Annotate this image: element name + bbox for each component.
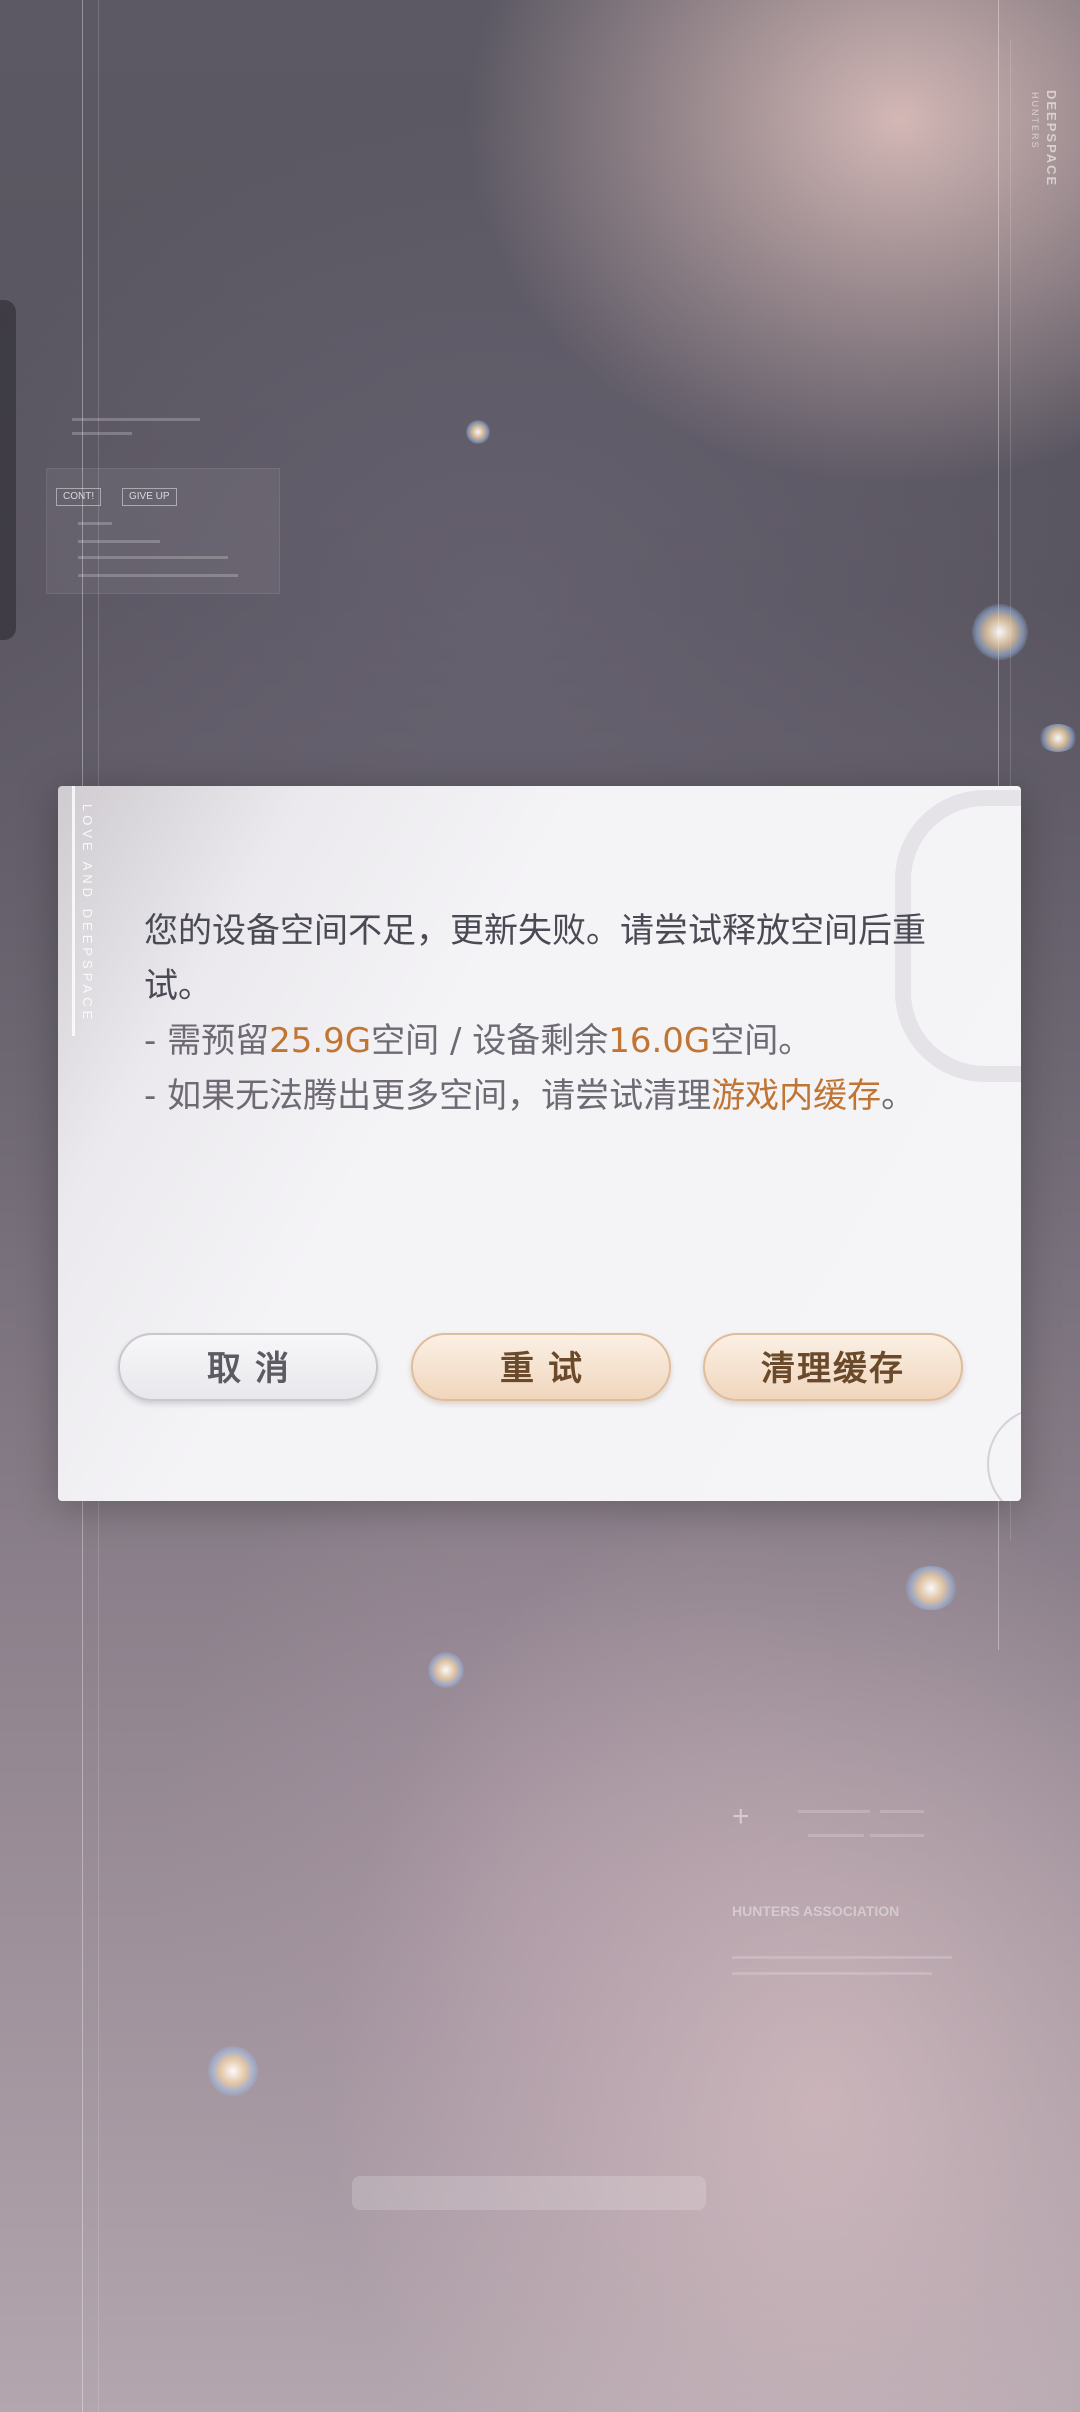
dialog-side-label: LOVE AND DEEPSPACE [80,804,95,1024]
dialog-decor-arc-small [987,1407,1021,1501]
decor-text-line [78,556,228,559]
decor-text-line [78,522,112,525]
remaining-space-value: 16.0G [608,1021,711,1061]
dialog-message: 您的设备空间不足，更新失败。请尝试释放空间后重试。 - 需预留25.9G空间 /… [144,904,944,1124]
dialog-accent-line [72,786,75,1036]
decor-text-line [732,1972,932,1975]
decor-text-line [880,1810,924,1813]
message-space-info: - 需预留25.9G空间 / 设备剩余16.0G空间。 [144,1021,813,1061]
association-label: HUNTERS ASSOCIATION [732,1903,900,1919]
decor-text-line [798,1810,870,1813]
game-cache-link[interactable]: 游戏内缓存 [711,1076,881,1116]
brand-vertical-sublabel: HUNTERS [1030,92,1040,150]
brand-vertical-label: DEEPSPACE [1044,90,1059,188]
light-flare [466,420,490,444]
cancel-button[interactable]: 取消 [118,1333,378,1401]
decor-text-line [72,418,200,421]
clear-cache-button[interactable]: 清理缓存 [703,1333,963,1401]
decor-text-line [732,1956,952,1959]
decor-association-panel: + HUNTERS ASSOCIATION [720,1790,960,1990]
light-flare [428,1652,464,1688]
light-flare [208,2046,258,2096]
update-failed-dialog: LOVE AND DEEPSPACE 您的设备空间不足，更新失败。请尝试释放空间… [58,786,1021,1501]
decor-text-line [72,432,132,435]
message-cache-tip: - 如果无法腾出更多空间，请尝试清理游戏内缓存。 [144,1076,916,1116]
retry-button[interactable]: 重试 [411,1333,671,1401]
light-flare [904,1566,958,1610]
decor-tag-give-up: GIVE UP [122,488,177,506]
decor-text-line [808,1834,864,1837]
loading-text-blurred [352,2176,706,2210]
message-main: 您的设备空间不足，更新失败。请尝试释放空间后重试。 [144,911,926,1006]
decor-text-line [870,1834,924,1837]
plus-icon: + [732,1800,750,1833]
decor-text-line [78,540,160,543]
required-space-value: 25.9G [269,1021,372,1061]
side-panel-handle [0,300,16,640]
light-flare [972,604,1028,660]
light-flare [1038,724,1078,752]
decor-tag-cont: CONT! [56,488,102,506]
decor-text-line [78,574,238,577]
